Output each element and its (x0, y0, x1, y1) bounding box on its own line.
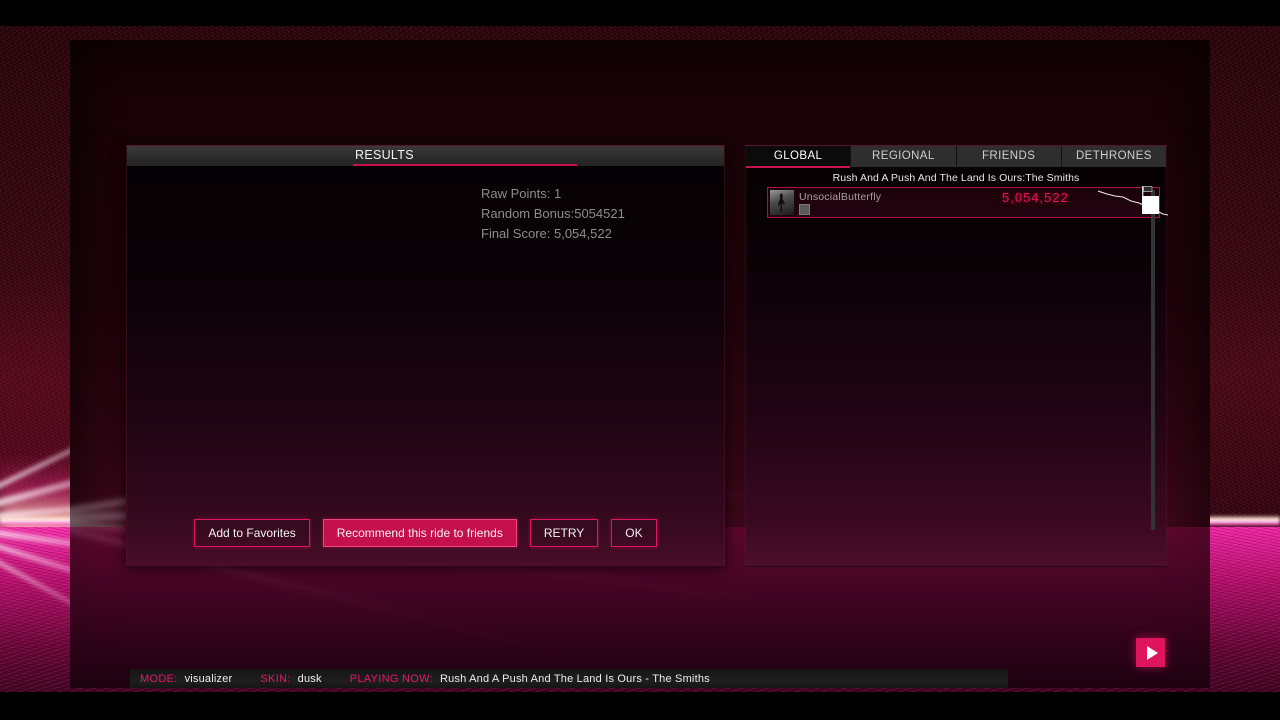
results-panel-header: RESULTS (127, 146, 724, 166)
badge-icon (799, 204, 810, 215)
leaderboard-scrollbar[interactable] (1151, 190, 1155, 530)
results-button-row: Add to Favorites Recommend this ride to … (127, 519, 724, 547)
playing-now-label: PLAYING NOW: (349, 672, 433, 685)
leaderboard-tabs: GLOBAL REGIONAL FRIENDS DETHRONES (746, 146, 1166, 168)
ok-button[interactable]: OK (611, 519, 657, 547)
playing-now-value: Rush And A Push And The Land Is Ours - T… (439, 672, 710, 685)
recommend-button[interactable]: Recommend this ride to friends (322, 519, 517, 547)
leaderboard-row[interactable]: UnsocialButterfly 5,054,522 (767, 187, 1169, 218)
avatar (770, 190, 794, 215)
letterbox-top (0, 0, 1280, 26)
final-score-line: Final Score: 5,054,522 (481, 226, 612, 241)
tab-global[interactable]: GLOBAL (746, 146, 852, 168)
skin-value: dusk (297, 672, 322, 685)
random-bonus-line: Random Bonus:5054521 (481, 206, 625, 221)
play-icon (1146, 645, 1158, 660)
tab-regional[interactable]: REGIONAL (851, 146, 957, 167)
status-bar: MODE: visualizer SKIN: dusk PLAYING NOW:… (130, 669, 1008, 688)
tab-friends[interactable]: FRIENDS (956, 146, 1062, 167)
avatar-figure-icon (778, 193, 785, 212)
retry-button[interactable]: RETRY (529, 519, 599, 547)
play-button[interactable] (1136, 638, 1165, 667)
leaderboard-panel: GLOBAL REGIONAL FRIENDS DETHRONES Rush A… (745, 145, 1169, 567)
add-to-favorites-button[interactable]: Add to Favorites (194, 519, 310, 547)
page-title: RESULTS (355, 148, 414, 162)
score-trend-sparkline (1098, 190, 1169, 216)
leaderboard-song-header: Rush And A Push And The Land Is Ours:The… (832, 172, 1080, 184)
leaderboard-score: 5,054,522 (1002, 190, 1069, 205)
results-panel: RESULTS Raw Points: 1 Random Bonus:50545… (126, 145, 725, 567)
leaderboard-scroll-thumb[interactable] (1142, 196, 1159, 214)
raw-points-line: Raw Points: 1 (481, 186, 562, 201)
mode-value: visualizer (184, 672, 233, 685)
letterbox-bottom (0, 692, 1280, 720)
tab-dethrones[interactable]: DETHRONES (1061, 146, 1166, 167)
leaderboard-username: UnsocialButterfly (799, 191, 882, 203)
results-title-underline (353, 164, 577, 166)
skin-label: SKIN: (260, 672, 291, 685)
mode-label: MODE: (140, 672, 178, 685)
game-screen: RESULTS Raw Points: 1 Random Bonus:50545… (0, 0, 1280, 720)
results-summary: Raw Points: 1 Random Bonus:5054521 Final… (481, 184, 625, 244)
